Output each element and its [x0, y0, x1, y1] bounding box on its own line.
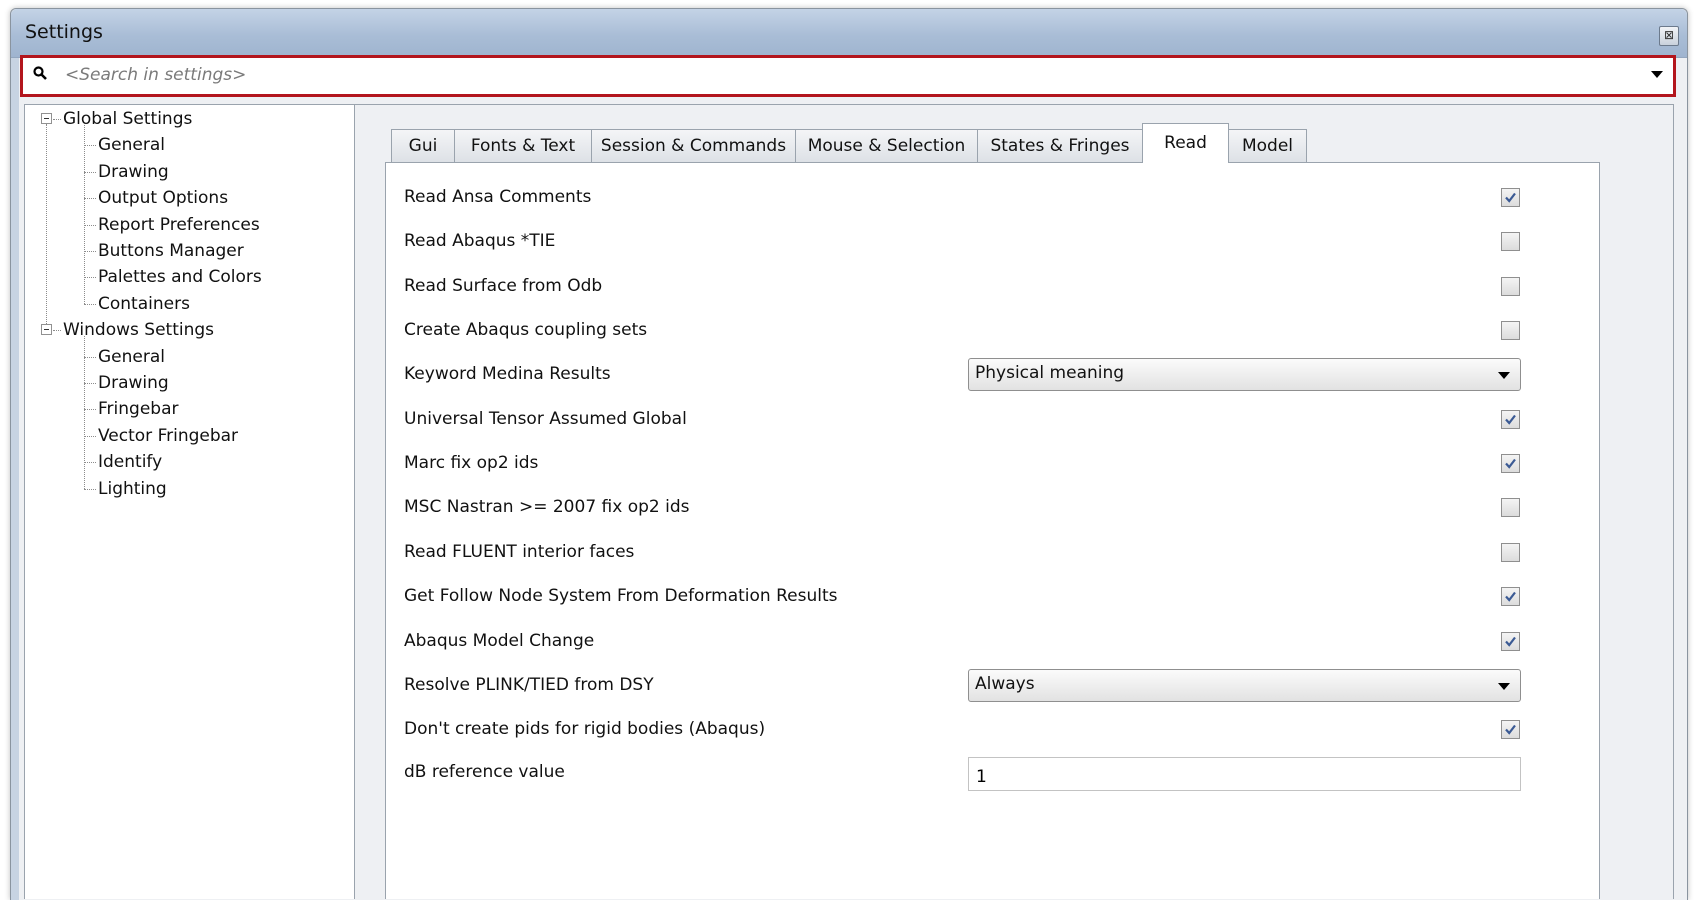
- tree-item-global-settings-general[interactable]: General: [98, 133, 165, 157]
- chevron-down-icon: [1498, 372, 1510, 379]
- search-icon: [33, 66, 47, 80]
- tree-connector: [84, 383, 96, 384]
- tree-connector: [84, 224, 96, 226]
- select-resolve-plink-tied-from-dsy[interactable]: Always: [968, 669, 1521, 702]
- check-mark-icon: [1505, 591, 1516, 602]
- checkbox-create-abaqus-coupling-sets[interactable]: [1501, 321, 1520, 340]
- tree-item-windows-settings-drawing[interactable]: Drawing: [98, 371, 169, 395]
- tree-connector: [84, 356, 96, 358]
- tab-read[interactable]: Read: [1142, 123, 1229, 163]
- tree-item-global-settings-containers[interactable]: Containers: [98, 292, 190, 316]
- checkbox-msc-nastran-2007-fix-op2-ids[interactable]: [1501, 498, 1520, 517]
- checkbox-marc-fix-op2-ids[interactable]: [1501, 454, 1520, 473]
- tree-group-global-settings[interactable]: Global Settings: [63, 107, 192, 131]
- tree-connector: [53, 119, 61, 120]
- setting-label-read-surface-from-odb: Read Surface from Odb: [404, 276, 603, 296]
- select-value: Physical meaning: [975, 363, 1125, 383]
- tree-connector: [46, 124, 47, 325]
- input-db-reference-value[interactable]: [968, 757, 1521, 791]
- checkbox-get-follow-node-system-from-deformation-results[interactable]: [1501, 587, 1520, 606]
- setting-label-universal-tensor-assumed-global: Universal Tensor Assumed Global: [404, 409, 687, 429]
- setting-label-get-follow-node-system-from-deformation-results: Get Follow Node System From Deformation …: [404, 586, 838, 606]
- check-mark-icon: [1505, 458, 1516, 469]
- collapse-icon[interactable]: [41, 113, 52, 124]
- tree-item-windows-settings-vector-fringebar[interactable]: Vector Fringebar: [98, 424, 238, 448]
- tree-connector: [84, 125, 85, 304]
- close-icon[interactable]: ⊠: [1659, 26, 1679, 46]
- setting-label-abaqus-model-change: Abaqus Model Change: [404, 631, 595, 651]
- tree-item-windows-settings-general[interactable]: General: [98, 345, 165, 369]
- tree-item-global-settings-drawing[interactable]: Drawing: [98, 160, 169, 184]
- chevron-down-icon: [1498, 683, 1510, 690]
- setting-label-keyword-medina-results: Keyword Medina Results: [404, 364, 611, 384]
- select-value: Always: [975, 674, 1035, 694]
- window-frame: [11, 58, 19, 900]
- read-settings-panel: Read Ansa Comments Read Abaqus *TIE Read S…: [385, 162, 1600, 899]
- window-title: Settings: [25, 21, 103, 43]
- checkbox-don-t-create-pids-for-rigid-bodies-abaqus[interactable]: [1501, 720, 1520, 739]
- checkbox-read-ansa-comments[interactable]: [1501, 188, 1520, 207]
- tree-item-global-settings-buttons-manager[interactable]: Buttons Manager: [98, 239, 244, 263]
- settings-tree: Global Settings General Drawing Output Opti…: [25, 105, 355, 899]
- tree-connector: [84, 488, 96, 490]
- tree-item-global-settings-palettes-and-colors[interactable]: Palettes and Colors: [98, 265, 262, 289]
- collapse-icon[interactable]: [41, 324, 52, 336]
- check-mark-icon: [1505, 192, 1516, 203]
- setting-label-msc-nastran-2007-fix-op2-ids: MSC Nastran >= 2007 fix op2 ids: [404, 497, 690, 517]
- check-mark-icon: [1505, 724, 1516, 735]
- select-keyword-medina-results[interactable]: Physical meaning: [968, 358, 1521, 391]
- setting-label-read-ansa-comments: Read Ansa Comments: [404, 187, 592, 207]
- tree-connector: [84, 251, 96, 252]
- tree-item-windows-settings-lighting[interactable]: Lighting: [98, 477, 167, 501]
- tree-connector: [84, 145, 96, 147]
- setting-label-db-reference-value: dB reference value: [404, 762, 565, 782]
- settings-content: Global Settings General Drawing Output Opti…: [24, 104, 1674, 899]
- tree-connector: [84, 303, 96, 305]
- tree-item-windows-settings-identify[interactable]: Identify: [98, 450, 162, 474]
- setting-label-read-abaqus-tie: Read Abaqus *TIE: [404, 231, 556, 251]
- setting-label-resolve-plink-tied-from-dsy: Resolve PLINK/TIED from DSY: [404, 675, 654, 695]
- tab-model[interactable]: Model: [1228, 129, 1307, 162]
- tree-connector: [84, 198, 96, 200]
- checkbox-read-fluent-interior-faces[interactable]: [1501, 543, 1520, 562]
- tree-item-global-settings-report-preferences[interactable]: Report Preferences: [98, 213, 260, 237]
- setting-label-create-abaqus-coupling-sets: Create Abaqus coupling sets: [404, 320, 648, 340]
- tab-mouse-selection[interactable]: Mouse & Selection: [795, 129, 978, 162]
- tree-connector: [84, 171, 96, 173]
- checkbox-universal-tensor-assumed-global[interactable]: [1501, 410, 1520, 429]
- setting-label-read-fluent-interior-faces: Read FLUENT interior faces: [404, 542, 635, 562]
- search-bar[interactable]: [20, 55, 1676, 97]
- setting-label-don-t-create-pids-for-rigid-bodies-abaqus: Don't create pids for rigid bodies (Abaq…: [404, 719, 766, 739]
- tree-connector: [84, 435, 96, 437]
- tree-connector: [84, 336, 85, 489]
- checkbox-abaqus-model-change[interactable]: [1501, 632, 1520, 651]
- checkbox-read-surface-from-odb[interactable]: [1501, 277, 1520, 296]
- tab-gui[interactable]: Gui: [391, 129, 455, 162]
- tree-connector: [84, 409, 96, 411]
- search-input[interactable]: [63, 62, 1567, 88]
- check-mark-icon: [1505, 414, 1516, 425]
- tree-connector: [53, 330, 61, 332]
- tree-connector: [84, 462, 96, 464]
- tree-connector: [84, 277, 96, 279]
- settings-page: Gui Fonts & Text Session & Commands Mouse &…: [355, 105, 1673, 899]
- tree-item-global-settings-output-options[interactable]: Output Options: [98, 186, 228, 210]
- check-mark-icon: [1505, 636, 1516, 647]
- checkbox-read-abaqus-tie[interactable]: [1501, 232, 1520, 251]
- title-bar: Settings ⊠: [11, 9, 1687, 58]
- tree-item-windows-settings-fringebar[interactable]: Fringebar: [98, 397, 178, 421]
- tab-states-fringes[interactable]: States & Fringes: [977, 129, 1143, 162]
- tab-session-commands[interactable]: Session & Commands: [591, 129, 796, 162]
- tree-group-windows-settings[interactable]: Windows Settings: [63, 318, 214, 342]
- chevron-down-icon[interactable]: [1651, 71, 1663, 78]
- tab-fonts-text[interactable]: Fonts & Text: [454, 129, 592, 162]
- setting-label-marc-fix-op2-ids: Marc fix op2 ids: [404, 453, 539, 473]
